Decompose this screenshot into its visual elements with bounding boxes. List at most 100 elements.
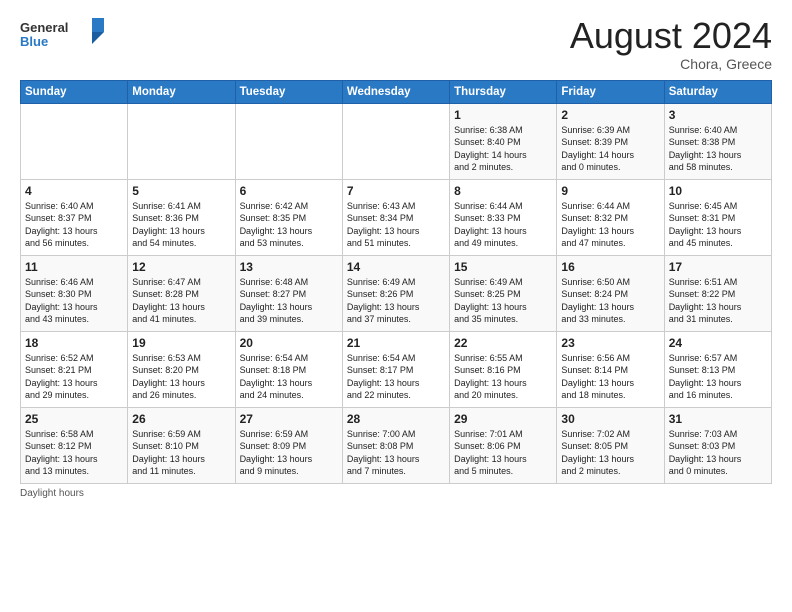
day-number: 7 [347, 184, 445, 198]
day-info: Sunrise: 6:57 AM Sunset: 8:13 PM Dayligh… [669, 352, 767, 402]
day-info: Sunrise: 6:40 AM Sunset: 8:38 PM Dayligh… [669, 124, 767, 174]
title-block: August 2024 Chora, Greece [570, 16, 772, 72]
svg-text:General: General [20, 20, 68, 35]
day-number: 2 [561, 108, 659, 122]
day-info: Sunrise: 7:02 AM Sunset: 8:05 PM Dayligh… [561, 428, 659, 478]
day-number: 29 [454, 412, 552, 426]
day-info: Sunrise: 6:55 AM Sunset: 8:16 PM Dayligh… [454, 352, 552, 402]
day-cell: 31Sunrise: 7:03 AM Sunset: 8:03 PM Dayli… [664, 407, 771, 483]
day-number: 13 [240, 260, 338, 274]
day-number: 8 [454, 184, 552, 198]
day-info: Sunrise: 6:50 AM Sunset: 8:24 PM Dayligh… [561, 276, 659, 326]
day-cell: 23 Sunrise: 6:56 AM Sunset: 8:14 PM Dayli… [557, 331, 664, 407]
day-cell: 21 Sunrise: 6:54 AM Sunset: 8:17 PM Dayli… [342, 331, 449, 407]
day-cell: 7 Sunrise: 6:43 AM Sunset: 8:34 PM Daylig… [342, 179, 449, 255]
day-cell: 4 Sunrise: 6:40 AM Sunset: 8:37 PM Daylig… [21, 179, 128, 255]
day-cell: 3 Sunrise: 6:40 AM Sunset: 8:38 PM Daylig… [664, 103, 771, 179]
day-header-tuesday: Tuesday [235, 80, 342, 103]
day-info: Sunrise: 7:00 AM Sunset: 8:08 PM Dayligh… [347, 428, 445, 478]
day-info: Sunrise: 6:54 AM Sunset: 8:17 PM Dayligh… [347, 352, 445, 402]
day-cell: 29 Sunrise: 7:01 AM Sunset: 8:06 PM Dayli… [450, 407, 557, 483]
week-row-4: 18 Sunrise: 6:52 AM Sunset: 8:21 PM Dayli… [21, 331, 772, 407]
week-row-1: 1Sunrise: 6:38 AM Sunset: 8:40 PM Daylig… [21, 103, 772, 179]
day-cell: 28 Sunrise: 7:00 AM Sunset: 8:08 PM Dayli… [342, 407, 449, 483]
day-number: 20 [240, 336, 338, 350]
day-info: Sunrise: 6:40 AM Sunset: 8:37 PM Dayligh… [25, 200, 123, 250]
day-number: 28 [347, 412, 445, 426]
month-title: August 2024 [570, 16, 772, 56]
day-cell: 24Sunrise: 6:57 AM Sunset: 8:13 PM Dayli… [664, 331, 771, 407]
day-cell: 26Sunrise: 6:59 AM Sunset: 8:10 PM Dayli… [128, 407, 235, 483]
day-number: 4 [25, 184, 123, 198]
day-info: Sunrise: 6:48 AM Sunset: 8:27 PM Dayligh… [240, 276, 338, 326]
day-cell: 9Sunrise: 6:44 AM Sunset: 8:32 PM Daylig… [557, 179, 664, 255]
day-info: Sunrise: 6:49 AM Sunset: 8:26 PM Dayligh… [347, 276, 445, 326]
day-info: Sunrise: 7:03 AM Sunset: 8:03 PM Dayligh… [669, 428, 767, 478]
day-number: 6 [240, 184, 338, 198]
day-number: 12 [132, 260, 230, 274]
day-info: Sunrise: 6:52 AM Sunset: 8:21 PM Dayligh… [25, 352, 123, 402]
day-cell: 25 Sunrise: 6:58 AM Sunset: 8:12 PM Dayli… [21, 407, 128, 483]
day-cell: 27Sunrise: 6:59 AM Sunset: 8:09 PM Dayli… [235, 407, 342, 483]
day-cell: 2 Sunrise: 6:39 AM Sunset: 8:39 PM Daylig… [557, 103, 664, 179]
logo: General Blue [20, 16, 110, 52]
week-row-2: 4 Sunrise: 6:40 AM Sunset: 8:37 PM Daylig… [21, 179, 772, 255]
day-cell [21, 103, 128, 179]
day-number: 15 [454, 260, 552, 274]
day-number: 19 [132, 336, 230, 350]
day-number: 21 [347, 336, 445, 350]
day-header-friday: Friday [557, 80, 664, 103]
day-number: 23 [561, 336, 659, 350]
header-row: SundayMondayTuesdayWednesdayThursdayFrid… [21, 80, 772, 103]
day-number: 11 [25, 260, 123, 274]
day-number: 14 [347, 260, 445, 274]
day-cell: 5 Sunrise: 6:41 AM Sunset: 8:36 PM Daylig… [128, 179, 235, 255]
day-number: 5 [132, 184, 230, 198]
day-info: Sunrise: 6:46 AM Sunset: 8:30 PM Dayligh… [25, 276, 123, 326]
day-header-thursday: Thursday [450, 80, 557, 103]
day-info: Sunrise: 6:58 AM Sunset: 8:12 PM Dayligh… [25, 428, 123, 478]
day-info: Sunrise: 6:45 AM Sunset: 8:31 PM Dayligh… [669, 200, 767, 250]
day-info: Sunrise: 6:56 AM Sunset: 8:14 PM Dayligh… [561, 352, 659, 402]
day-cell: 13 Sunrise: 6:48 AM Sunset: 8:27 PM Dayli… [235, 255, 342, 331]
day-cell: 30 Sunrise: 7:02 AM Sunset: 8:05 PM Dayli… [557, 407, 664, 483]
day-number: 30 [561, 412, 659, 426]
day-info: Sunrise: 6:42 AM Sunset: 8:35 PM Dayligh… [240, 200, 338, 250]
location: Chora, Greece [570, 56, 772, 72]
day-number: 25 [25, 412, 123, 426]
footer-label: Daylight hours [20, 488, 772, 499]
day-cell: 6 Sunrise: 6:42 AM Sunset: 8:35 PM Daylig… [235, 179, 342, 255]
svg-text:Blue: Blue [20, 34, 48, 49]
day-number: 9 [561, 184, 659, 198]
page: General Blue August 2024 Chora, Greece S… [0, 0, 792, 509]
day-number: 10 [669, 184, 767, 198]
day-info: Sunrise: 6:39 AM Sunset: 8:39 PM Dayligh… [561, 124, 659, 174]
week-row-5: 25 Sunrise: 6:58 AM Sunset: 8:12 PM Dayli… [21, 407, 772, 483]
day-cell: 20Sunrise: 6:54 AM Sunset: 8:18 PM Dayli… [235, 331, 342, 407]
day-cell: 11 Sunrise: 6:46 AM Sunset: 8:30 PM Dayli… [21, 255, 128, 331]
day-info: Sunrise: 6:49 AM Sunset: 8:25 PM Dayligh… [454, 276, 552, 326]
day-info: Sunrise: 6:43 AM Sunset: 8:34 PM Dayligh… [347, 200, 445, 250]
day-number: 18 [25, 336, 123, 350]
day-number: 17 [669, 260, 767, 274]
day-cell: 16 Sunrise: 6:50 AM Sunset: 8:24 PM Dayli… [557, 255, 664, 331]
day-info: Sunrise: 7:01 AM Sunset: 8:06 PM Dayligh… [454, 428, 552, 478]
day-info: Sunrise: 6:41 AM Sunset: 8:36 PM Dayligh… [132, 200, 230, 250]
header: General Blue August 2024 Chora, Greece [20, 16, 772, 72]
calendar-table: SundayMondayTuesdayWednesdayThursdayFrid… [20, 80, 772, 484]
day-cell: 1Sunrise: 6:38 AM Sunset: 8:40 PM Daylig… [450, 103, 557, 179]
day-info: Sunrise: 6:44 AM Sunset: 8:33 PM Dayligh… [454, 200, 552, 250]
day-header-saturday: Saturday [664, 80, 771, 103]
day-number: 3 [669, 108, 767, 122]
day-cell: 10 Sunrise: 6:45 AM Sunset: 8:31 PM Dayli… [664, 179, 771, 255]
day-header-monday: Monday [128, 80, 235, 103]
day-cell: 12 Sunrise: 6:47 AM Sunset: 8:28 PM Dayli… [128, 255, 235, 331]
day-number: 22 [454, 336, 552, 350]
day-cell [235, 103, 342, 179]
day-info: Sunrise: 6:47 AM Sunset: 8:28 PM Dayligh… [132, 276, 230, 326]
day-number: 1 [454, 108, 552, 122]
day-cell [128, 103, 235, 179]
day-number: 16 [561, 260, 659, 274]
day-number: 26 [132, 412, 230, 426]
day-cell: 14 Sunrise: 6:49 AM Sunset: 8:26 PM Dayli… [342, 255, 449, 331]
